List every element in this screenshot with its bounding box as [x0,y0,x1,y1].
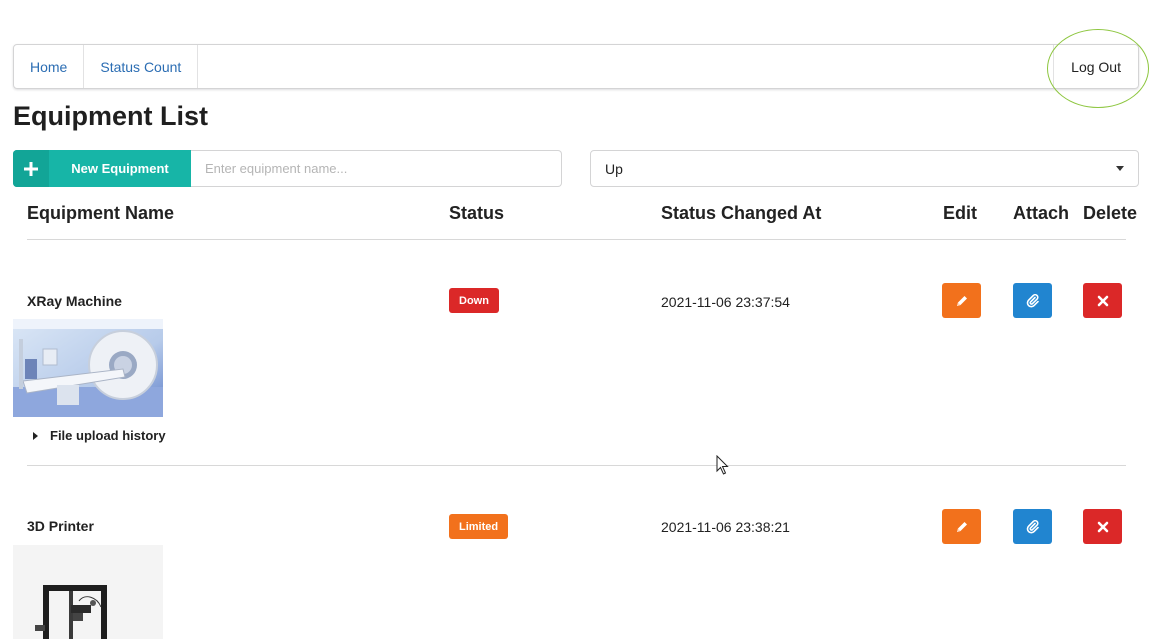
equipment-list-page: Home Status Count Log Out Equipment List… [0,0,1162,639]
row-1-delete-button[interactable] [1083,283,1122,318]
logout-button[interactable]: Log Out [1053,45,1138,88]
x-icon [1097,295,1108,306]
row-1-status-badge: Down [449,288,499,313]
row-2-equipment-image [13,545,163,639]
column-header-status-changed-at: Status Changed At [661,203,822,223]
row-2-attach-button[interactable] [1013,509,1052,544]
nav-home[interactable]: Home [14,45,85,88]
new-equipment-label: New Equipment [71,161,169,176]
row-1-edit-button[interactable] [942,283,981,318]
top-navbar: Home Status Count Log Out [13,44,1139,89]
x-icon [1097,521,1108,532]
row-2-delete-button[interactable] [1083,509,1122,544]
pencil-icon [956,295,967,306]
row-1-attach-button[interactable] [1013,283,1052,318]
status-filter-value: Up [605,160,623,177]
column-header-edit: Edit [943,203,977,223]
column-header-equipment-name: Equipment Name [27,203,175,223]
new-equipment-button[interactable]: New Equipment [13,150,191,187]
column-header-status: Status [449,203,505,223]
page-title: Equipment List [13,101,208,131]
mouse-cursor-icon [716,455,729,475]
row-2-edit-button[interactable] [942,509,981,544]
row-1-equipment-image [13,319,163,417]
row-1-status-changed-at: 2021-11-06 23:37:54 [661,294,790,310]
row-1-equipment-name: XRay Machine [27,293,122,309]
caret-down-icon [1116,166,1124,171]
plus-icon [13,150,49,187]
caret-right-icon [33,431,38,440]
equipment-search-input[interactable] [191,150,562,187]
row-2-equipment-name: 3D Printer [27,518,94,534]
row-1-history-label: File upload history [50,428,166,443]
header-divider [27,239,1126,240]
status-filter-select[interactable]: Up [590,150,1139,187]
column-header-attach: Attach [1013,203,1070,223]
row-2-status-changed-at: 2021-11-06 23:38:21 [661,519,790,535]
row-divider [27,465,1126,466]
paperclip-icon [1026,519,1039,534]
pencil-icon [956,521,967,532]
row-2-status-badge: Limited [449,514,509,539]
nav-status-count[interactable]: Status Count [84,45,199,88]
row-1-file-upload-history-toggle[interactable]: File upload history [33,428,166,443]
column-header-delete: Delete [1083,203,1138,223]
paperclip-icon [1026,293,1039,308]
